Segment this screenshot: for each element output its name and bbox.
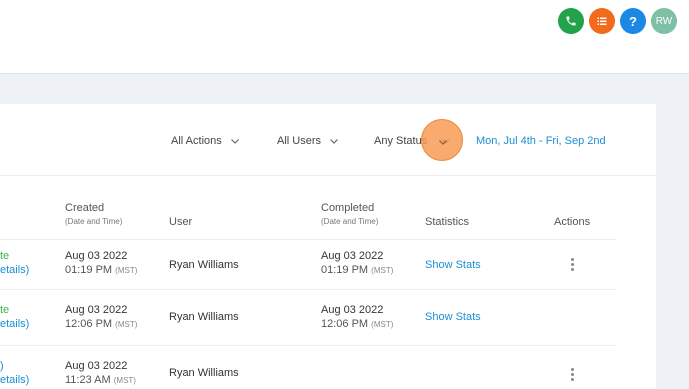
user-avatar[interactable]: RW (651, 8, 677, 34)
completed-date: Aug 03 2022 (321, 304, 384, 316)
created-header: Created (Date and Time) (65, 202, 122, 226)
divider (0, 239, 616, 240)
click-highlight (421, 119, 463, 161)
created-timezone: (MST) (113, 376, 136, 385)
created-header-label: Created (65, 202, 105, 214)
row-status: te (0, 250, 10, 262)
completed-header-sub: (Date and Time) (321, 217, 379, 226)
completed-header-label: Completed (321, 202, 375, 214)
row-status: te (0, 304, 10, 316)
created-datetime: Aug 03 2022 11:23 AM (MST) (65, 360, 136, 386)
completed-timezone: (MST) (371, 320, 394, 329)
created-timezone: (MST) (115, 266, 138, 275)
row-status: ) (0, 360, 4, 372)
view-details-link[interactable]: etails) (0, 318, 29, 330)
chevron-down-icon (230, 139, 239, 144)
help-icon[interactable]: ? (620, 8, 646, 34)
divider (0, 345, 616, 346)
created-datetime: Aug 03 2022 12:06 PM (MST) (65, 304, 137, 330)
list-icon[interactable] (589, 8, 615, 34)
completed-header: Completed (Date and Time) (321, 202, 378, 226)
created-header-sub: (Date and Time) (65, 217, 123, 226)
top-bar: ? RW (0, 0, 689, 74)
phone-icon[interactable] (558, 8, 584, 34)
history-panel: All Actions All Users Any Status Mon, Ju… (0, 104, 656, 389)
row-user: Ryan Williams (169, 367, 239, 379)
completed-datetime: Aug 03 2022 12:06 PM (MST) (321, 304, 393, 330)
status-filter-label: Any Status (374, 135, 428, 147)
view-details-link[interactable]: etails) (0, 264, 29, 276)
more-actions-icon[interactable] (571, 258, 575, 271)
help-glyph: ? (629, 13, 637, 29)
created-datetime: Aug 03 2022 01:19 PM (MST) (65, 250, 137, 276)
completed-datetime: Aug 03 2022 01:19 PM (MST) (321, 250, 393, 276)
completed-date: Aug 03 2022 (321, 250, 384, 262)
statistics-header: Statistics (425, 216, 470, 228)
created-date: Aug 03 2022 (65, 360, 128, 372)
show-stats-link[interactable]: Show Stats (425, 311, 481, 323)
row-user: Ryan Williams (169, 311, 239, 323)
created-date: Aug 03 2022 (65, 250, 128, 262)
divider (0, 289, 616, 290)
view-details-link[interactable]: etails) (0, 374, 29, 386)
created-timezone: (MST) (115, 320, 138, 329)
filter-bar: All Actions All Users Any Status Mon, Ju… (0, 104, 656, 176)
show-stats-link[interactable]: Show Stats (425, 259, 481, 271)
created-date: Aug 03 2022 (65, 304, 128, 316)
chevron-down-icon (330, 139, 338, 144)
date-range-picker[interactable]: Mon, Jul 4th - Fri, Sep 2nd (476, 135, 606, 147)
actions-filter[interactable]: All Actions (171, 135, 240, 147)
created-time: 01:19 PM (65, 264, 113, 276)
users-filter[interactable]: All Users (277, 135, 339, 147)
created-time: 11:23 AM (65, 374, 111, 386)
created-time: 12:06 PM (65, 318, 113, 330)
top-actions: ? RW (558, 8, 677, 34)
completed-time: 12:06 PM (321, 318, 369, 330)
completed-time: 01:19 PM (321, 264, 369, 276)
completed-timezone: (MST) (371, 266, 394, 275)
actions-filter-label: All Actions (171, 135, 222, 147)
users-filter-label: All Users (277, 135, 322, 147)
row-user: Ryan Williams (169, 259, 239, 271)
chevron-down-icon (439, 140, 447, 145)
actions-header: Actions (554, 216, 591, 228)
user-header: User (169, 216, 193, 228)
more-actions-icon[interactable] (571, 368, 575, 381)
